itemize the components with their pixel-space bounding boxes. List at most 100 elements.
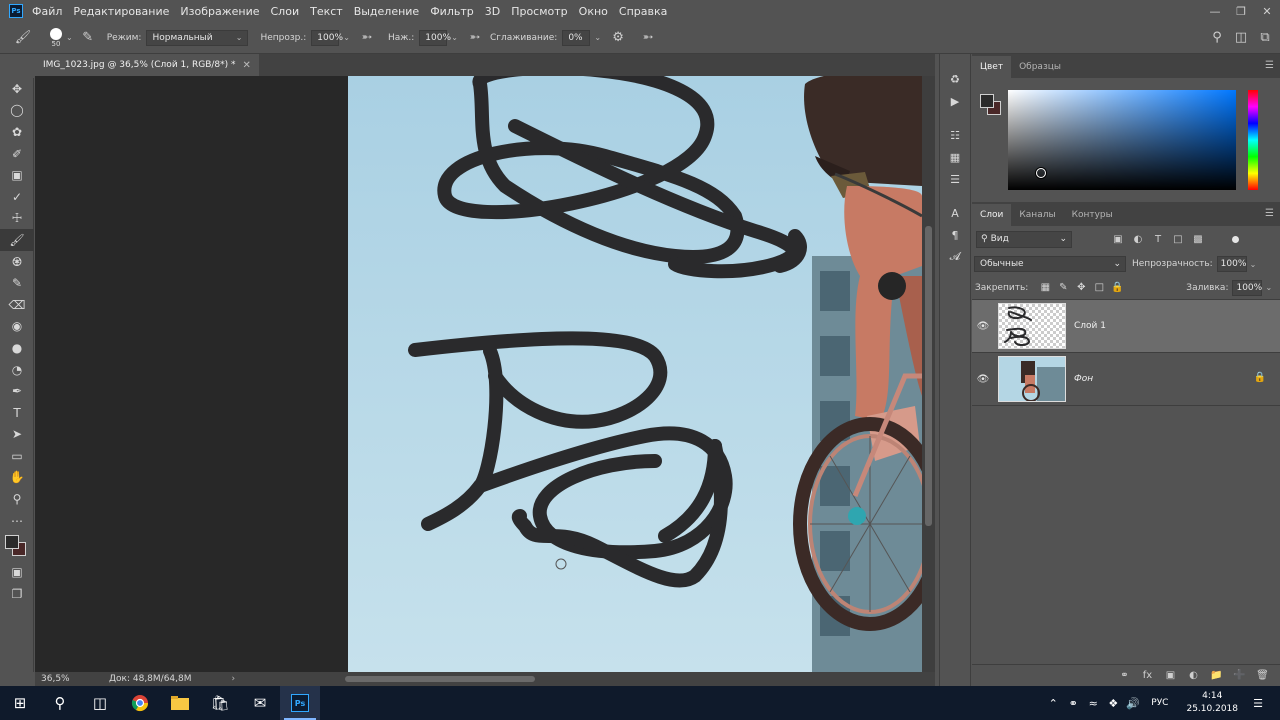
pen-tool-icon[interactable]: ✒ bbox=[0, 380, 34, 402]
crop-tool-icon[interactable]: ▣ bbox=[0, 164, 34, 186]
mode-select[interactable]: Нормальный ⌄ bbox=[146, 29, 249, 46]
menu-image[interactable]: Изображение bbox=[180, 5, 259, 18]
menu-filter[interactable]: Фильтр bbox=[430, 5, 474, 18]
smoothing-input[interactable]: 0% bbox=[562, 29, 591, 46]
minimize-button[interactable]: — bbox=[1202, 0, 1228, 22]
more-tools-icon[interactable]: ⋯ bbox=[0, 510, 34, 532]
lock-icon[interactable]: 🔒 bbox=[1254, 372, 1266, 383]
hue-slider[interactable] bbox=[1248, 90, 1258, 190]
chevron-down-icon[interactable]: ⌄ bbox=[343, 33, 350, 42]
eyedropper-tool-icon[interactable]: ✓ bbox=[0, 186, 34, 208]
dropbox-icon[interactable]: ❖ bbox=[1103, 697, 1123, 710]
menu-file[interactable]: Файл bbox=[32, 5, 62, 18]
menu-select[interactable]: Выделение bbox=[354, 5, 420, 18]
file-explorer-icon[interactable] bbox=[160, 686, 200, 720]
lock-transparent-icon[interactable]: ▦ bbox=[1036, 282, 1054, 293]
path-selection-tool-icon[interactable]: ➤ bbox=[0, 424, 34, 446]
color-swatches[interactable] bbox=[0, 531, 34, 561]
mail-icon[interactable]: ✉ bbox=[240, 686, 280, 720]
layer-row[interactable]: 👁 Фон 🔒 bbox=[972, 353, 1280, 406]
layer-kind-filter[interactable]: ⚲ Вид ⌄ bbox=[976, 230, 1072, 248]
lasso-tool-icon[interactable]: ✿ bbox=[0, 121, 34, 143]
search-icon[interactable]: ⚲ bbox=[40, 686, 80, 720]
menu-3d[interactable]: 3D bbox=[485, 5, 500, 18]
delete-layer-icon[interactable]: 🗑 bbox=[1251, 670, 1274, 681]
foreground-color-swatch[interactable] bbox=[5, 535, 19, 550]
opacity-input[interactable]: 100% bbox=[311, 29, 343, 46]
filter-shape-icon[interactable]: □ bbox=[1168, 231, 1188, 248]
lock-position-icon[interactable]: ✥ bbox=[1072, 282, 1090, 293]
history-brush-tool-icon[interactable]: ✎ bbox=[0, 272, 34, 294]
add-mask-icon[interactable]: ▣ bbox=[1159, 670, 1182, 681]
close-window-button[interactable]: ✕ bbox=[1254, 0, 1280, 22]
pressure-opacity-icon[interactable]: ➵ bbox=[358, 29, 376, 47]
wifi-icon[interactable]: ≈ bbox=[1083, 697, 1103, 710]
lock-all-icon[interactable]: 🔒 bbox=[1108, 282, 1126, 293]
layer-name[interactable]: Слой 1 bbox=[1074, 321, 1106, 331]
network-icon[interactable]: ⚭ bbox=[1063, 697, 1083, 710]
blend-mode-select[interactable]: Обычные ⌄ bbox=[974, 256, 1126, 272]
color-picker-cursor[interactable] bbox=[1036, 168, 1046, 178]
menu-layer[interactable]: Слои bbox=[271, 5, 300, 18]
airbrush-icon[interactable]: ➵ bbox=[466, 29, 484, 47]
panel-menu-icon[interactable]: ☰ bbox=[1265, 208, 1274, 219]
chrome-icon[interactable] bbox=[120, 686, 160, 720]
brush-preset-icon[interactable]: 🖌 bbox=[14, 29, 32, 47]
eraser-tool-icon[interactable]: ⌫ bbox=[0, 294, 34, 316]
tab-paths[interactable]: Контуры bbox=[1064, 204, 1121, 226]
document-tab[interactable]: IMG_1023.jpg @ 36,5% (Слой 1, RGB/8*) * … bbox=[35, 54, 259, 76]
screen-mode-icon[interactable]: ❐ bbox=[0, 583, 34, 605]
canvas-viewport[interactable] bbox=[35, 76, 922, 672]
flow-input[interactable]: 100% bbox=[419, 29, 451, 46]
brush-size-picker[interactable]: 50 bbox=[50, 27, 62, 48]
quick-selection-tool-icon[interactable]: ✐ bbox=[0, 143, 34, 165]
actions-panel-icon[interactable]: ▶ bbox=[940, 90, 970, 112]
close-icon[interactable]: ✕ bbox=[243, 60, 251, 71]
tab-channels[interactable]: Каналы bbox=[1011, 204, 1063, 226]
tab-layers[interactable]: Слои bbox=[972, 204, 1012, 226]
panel-menu-icon[interactable]: ☰ bbox=[1265, 60, 1274, 71]
character-panel-icon[interactable]: A bbox=[940, 202, 970, 224]
pressure-size-icon[interactable]: ➵ bbox=[639, 29, 657, 47]
tab-swatches[interactable]: Образцы bbox=[1011, 56, 1069, 78]
language-indicator[interactable]: РУС bbox=[1151, 698, 1168, 708]
clock[interactable]: 4:14 25.10.2018 bbox=[1186, 690, 1238, 716]
vertical-scrollbar[interactable] bbox=[922, 76, 935, 672]
lock-artboard-icon[interactable]: □ bbox=[1090, 282, 1108, 293]
color-panel-foreground-swatch[interactable] bbox=[980, 94, 994, 108]
filter-type-icon[interactable]: T bbox=[1148, 231, 1168, 248]
move-tool-icon[interactable]: ✥ bbox=[0, 78, 34, 100]
chevron-down-icon[interactable]: ⌄ bbox=[1250, 260, 1257, 269]
menu-view[interactable]: Просмотр bbox=[511, 5, 567, 18]
hand-tool-icon[interactable]: ✋ bbox=[0, 467, 34, 489]
filter-adjustment-icon[interactable]: ◐ bbox=[1128, 231, 1148, 248]
menu-window[interactable]: Окно bbox=[579, 5, 608, 18]
menu-help[interactable]: Справка bbox=[619, 5, 667, 18]
filter-toggle-icon[interactable] bbox=[1232, 235, 1239, 243]
eye-icon[interactable]: 👁 bbox=[972, 374, 994, 385]
volume-icon[interactable]: 🔊 bbox=[1123, 697, 1143, 710]
restore-button[interactable]: ❐ bbox=[1228, 0, 1254, 22]
healing-brush-tool-icon[interactable]: ☩ bbox=[0, 208, 34, 230]
rectangle-tool-icon[interactable]: ▭ bbox=[0, 445, 34, 467]
fill-input[interactable]: 100% bbox=[1232, 279, 1263, 296]
libraries-panel-icon[interactable]: ☰ bbox=[940, 168, 970, 190]
quick-mask-icon[interactable]: ▣ bbox=[0, 561, 34, 583]
marquee-tool-icon[interactable]: ◯ bbox=[0, 100, 34, 122]
layer-style-icon[interactable]: fx bbox=[1136, 670, 1159, 681]
adjustments-panel-icon[interactable]: ▦ bbox=[940, 146, 970, 168]
lock-image-icon[interactable]: ✎ bbox=[1054, 282, 1072, 293]
brush-panel-toggle-icon[interactable]: ✎ bbox=[79, 29, 97, 47]
layer-row[interactable]: 👁 Слой 1 bbox=[972, 300, 1280, 353]
gear-icon[interactable]: ⚙ bbox=[609, 29, 627, 47]
chevron-down-icon[interactable]: ⌄ bbox=[594, 33, 601, 42]
brush-tool-icon[interactable]: 🖌 bbox=[0, 229, 34, 251]
status-menu-arrow-icon[interactable]: › bbox=[232, 674, 236, 684]
photoshop-taskbar-icon[interactable]: Ps bbox=[280, 686, 320, 720]
glyphs-panel-icon[interactable]: 𝓐 bbox=[940, 246, 970, 268]
vertical-scroll-thumb[interactable] bbox=[925, 226, 932, 526]
new-layer-icon[interactable]: ➕ bbox=[1228, 670, 1251, 681]
zoom-level[interactable]: 36,5% bbox=[41, 674, 81, 684]
store-icon[interactable]: 🛍 bbox=[200, 686, 240, 720]
chevron-down-icon[interactable]: ⌄ bbox=[1265, 283, 1272, 292]
